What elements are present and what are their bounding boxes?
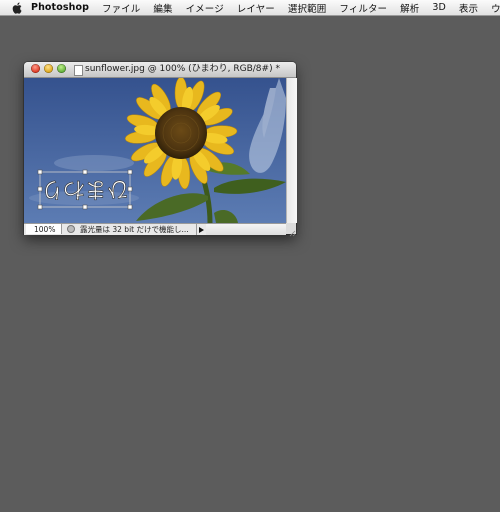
- resize-grip-icon[interactable]: [286, 223, 296, 237]
- document-icon: [74, 65, 83, 76]
- triangle-right-icon[interactable]: [196, 224, 206, 235]
- status-bar: 100% 露光量は 32 bit だけで機能し...: [24, 223, 286, 235]
- status-info-icon: [67, 225, 75, 233]
- menu-filter[interactable]: フィルター: [339, 1, 387, 15]
- horizontal-scrollbar[interactable]: [206, 224, 286, 235]
- zoom-level-field[interactable]: 100%: [26, 224, 62, 234]
- menu-app-photoshop[interactable]: Photoshop: [31, 2, 89, 13]
- menu-layer[interactable]: レイヤー: [237, 1, 275, 15]
- menu-analysis[interactable]: 解析: [400, 1, 419, 15]
- apple-icon[interactable]: [12, 2, 22, 14]
- close-icon[interactable]: [31, 64, 40, 73]
- menu-window[interactable]: ウィ: [491, 1, 500, 15]
- zoom-icon[interactable]: [57, 64, 66, 73]
- menu-view[interactable]: 表示: [459, 1, 478, 15]
- menu-file[interactable]: ファイル: [102, 1, 140, 15]
- document-window: sunflower.jpg @ 100% (ひまわり, RGB/8#) * ひま…: [24, 62, 297, 237]
- text-layer: ひまわり: [41, 176, 129, 201]
- menu-select[interactable]: 選択範囲: [288, 1, 326, 15]
- vertical-scrollbar[interactable]: [286, 78, 297, 223]
- image-canvas[interactable]: ひまわり: [24, 78, 286, 223]
- document-titlebar[interactable]: sunflower.jpg @ 100% (ひまわり, RGB/8#) *: [24, 62, 296, 78]
- document-title: sunflower.jpg @ 100% (ひまわり, RGB/8#) *: [85, 64, 280, 74]
- menu-3d[interactable]: 3D: [432, 2, 446, 13]
- minimize-icon[interactable]: [44, 64, 53, 73]
- status-text: 露光量は 32 bit だけで機能し...: [80, 225, 189, 234]
- menu-image[interactable]: イメージ: [186, 1, 224, 15]
- menu-bar: Photoshop ファイル 編集 イメージ レイヤー 選択範囲 フィルター 解…: [0, 0, 500, 16]
- menu-edit[interactable]: 編集: [153, 1, 172, 15]
